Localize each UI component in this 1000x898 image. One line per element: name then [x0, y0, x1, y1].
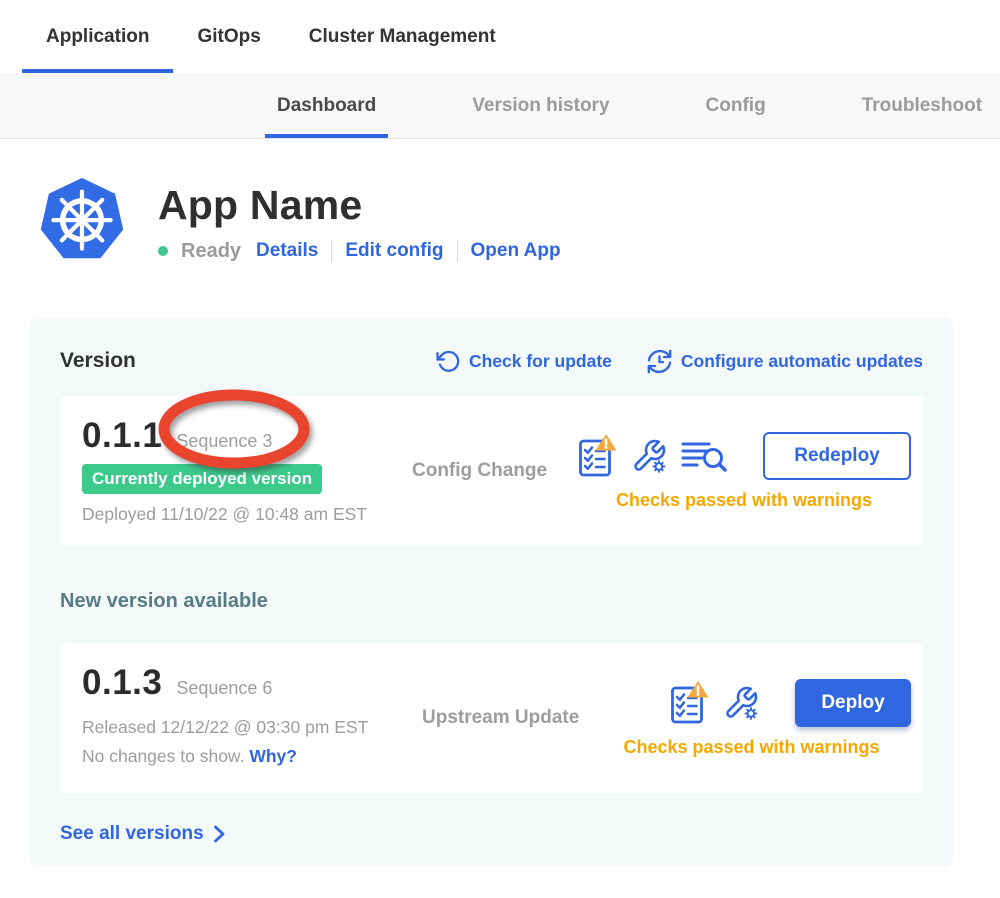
redeploy-button[interactable]: Redeploy	[763, 432, 911, 480]
why-link[interactable]: Why?	[249, 746, 297, 766]
status-text: Ready	[181, 240, 241, 263]
ready-status-dot-icon	[158, 246, 168, 256]
no-changes-text: No changes to show.	[82, 746, 244, 766]
clock-refresh-icon	[646, 348, 673, 375]
available-version-sequence: Sequence 6	[176, 678, 272, 699]
check-for-update-link[interactable]: Check for update	[436, 349, 612, 374]
released-timestamp: Released 12/12/22 @ 03:30 pm EST	[82, 717, 422, 738]
divider	[331, 240, 332, 262]
page-title: App Name	[158, 182, 561, 229]
chevron-right-icon	[213, 824, 226, 844]
preflight-checklist-icon[interactable]	[669, 680, 709, 726]
tab-application[interactable]: Application	[22, 0, 173, 73]
configure-automatic-updates-link[interactable]: Configure automatic updates	[646, 348, 923, 375]
configure-automatic-updates-label: Configure automatic updates	[681, 351, 923, 372]
refresh-icon	[436, 349, 461, 374]
kubernetes-logo	[36, 176, 128, 268]
see-all-versions-link[interactable]: See all versions	[60, 823, 226, 845]
deploy-button[interactable]: Deploy	[795, 679, 911, 727]
deployed-timestamp: Deployed 11/10/22 @ 10:48 am EST	[82, 504, 412, 525]
secondary-nav: Dashboard Version history Config Trouble…	[0, 73, 1000, 139]
edit-config-link[interactable]: Edit config	[345, 240, 443, 262]
preflight-checklist-icon[interactable]	[577, 433, 617, 479]
tab-troubleshoot[interactable]: Troubleshoot	[850, 73, 994, 138]
wrench-gear-icon[interactable]	[631, 438, 667, 474]
primary-nav: Application GitOps Cluster Management	[0, 0, 1000, 73]
app-status-row: Ready Details Edit config Open App	[158, 240, 561, 263]
available-version-card: 0.1.3 Sequence 6 Released 12/12/22 @ 03:…	[60, 643, 923, 793]
available-version-number: 0.1.3	[82, 663, 162, 703]
no-changes-note: No changes to show. Why?	[82, 746, 422, 767]
tab-version-history[interactable]: Version history	[460, 73, 621, 138]
tab-gitops[interactable]: GitOps	[173, 0, 284, 73]
preflight-checks-status: Checks passed with warnings	[577, 490, 911, 511]
app-header: App Name Ready Details Edit config Open …	[36, 176, 1000, 268]
current-version-source: Config Change	[412, 460, 547, 482]
check-for-update-label: Check for update	[469, 351, 612, 372]
wrench-gear-icon[interactable]	[723, 685, 759, 721]
version-section-header: Version Check for update	[60, 346, 923, 376]
version-section: Version Check for update	[30, 318, 953, 866]
new-version-heading: New version available	[60, 590, 923, 615]
tab-cluster-management[interactable]: Cluster Management	[285, 0, 520, 73]
details-link[interactable]: Details	[256, 240, 318, 262]
see-all-versions-label: See all versions	[60, 823, 204, 845]
currently-deployed-badge: Currently deployed version	[82, 464, 322, 494]
view-files-diff-icon[interactable]	[681, 438, 727, 474]
divider	[457, 240, 458, 262]
current-version-number: 0.1.1	[82, 416, 162, 456]
current-version-sequence: Sequence 3	[176, 431, 272, 452]
preflight-checks-status: Checks passed with warnings	[592, 737, 911, 758]
version-section-title: Version	[60, 349, 436, 373]
tab-config[interactable]: Config	[694, 73, 778, 138]
tab-dashboard[interactable]: Dashboard	[265, 73, 388, 138]
available-version-source: Upstream Update	[422, 707, 579, 729]
open-app-link[interactable]: Open App	[471, 240, 561, 262]
current-version-card: 0.1.1 Sequence 3 Currently deployed vers…	[60, 396, 923, 546]
